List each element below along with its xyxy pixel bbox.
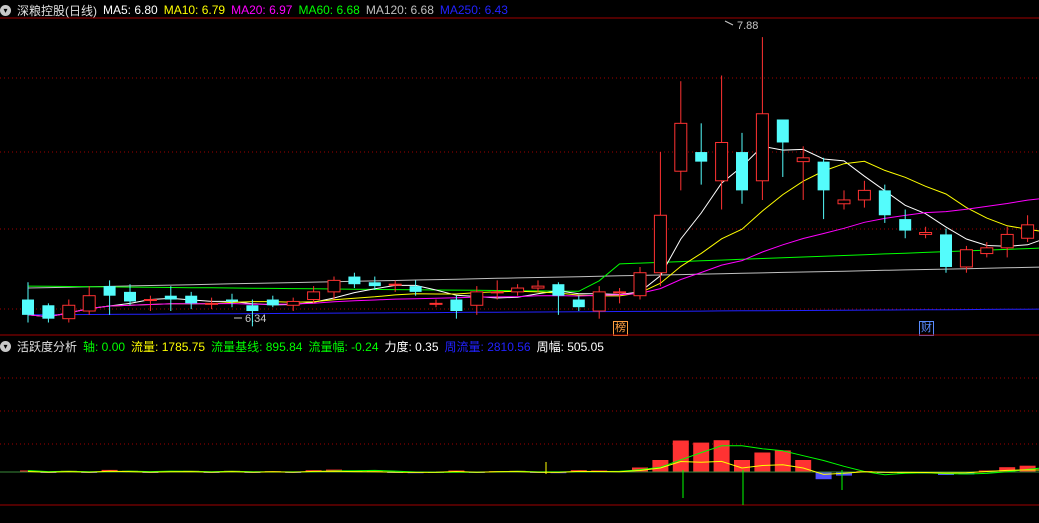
- candle-body: [1021, 224, 1035, 239]
- candle-body: [103, 286, 116, 296]
- candle-body: [817, 161, 830, 191]
- candle-body: [246, 305, 259, 312]
- candle-body: [490, 291, 504, 294]
- activity-bar: [713, 440, 730, 472]
- candle-body: [429, 302, 443, 305]
- candle-body: [633, 272, 647, 297]
- candle-body: [266, 299, 279, 306]
- candle-body: [715, 141, 729, 182]
- flow-baseline-line: [27, 445, 1039, 476]
- candle-body: [613, 291, 627, 294]
- activity-bar: [693, 442, 710, 472]
- candle-body: [592, 291, 606, 312]
- candle-body: [736, 152, 748, 191]
- candle-body: [959, 249, 973, 268]
- candle-body: [205, 302, 219, 305]
- candle-body: [82, 295, 96, 312]
- candle-body: [572, 299, 585, 308]
- high-pointer: [724, 20, 734, 26]
- candle-body: [837, 199, 851, 205]
- candle-body: [470, 291, 484, 306]
- candle-body: [22, 299, 34, 315]
- candle-body: [307, 291, 321, 301]
- candle-body: [368, 282, 381, 287]
- candle-body: [327, 279, 341, 293]
- candle-body: [980, 247, 994, 255]
- candle-body: [226, 299, 238, 302]
- ma250-line: [27, 308, 1039, 316]
- candle-body: [940, 234, 952, 267]
- activity-bar: [774, 450, 791, 472]
- candle-body: [511, 287, 525, 293]
- candle-body: [776, 119, 789, 143]
- candle-body: [755, 113, 769, 182]
- candle-body: [62, 304, 76, 320]
- candle-body: [143, 299, 157, 302]
- ma120-line: [27, 266, 1039, 289]
- ma10-line: [27, 160, 1039, 318]
- activity-bar: [754, 452, 771, 472]
- candle-body: [124, 291, 136, 302]
- candle-body: [348, 276, 361, 285]
- candle-body: [899, 219, 912, 231]
- candle-body: [552, 284, 565, 296]
- candle-body: [796, 157, 810, 163]
- candle-body: [857, 189, 871, 201]
- candle-body: [653, 214, 667, 274]
- candle-body: [919, 231, 933, 235]
- candle-body: [674, 122, 688, 172]
- candle-body: [388, 283, 402, 286]
- candle-body: [42, 305, 55, 319]
- stock-chart-canvas[interactable]: [0, 0, 1039, 523]
- candle-body: [185, 295, 198, 304]
- candle-body: [450, 299, 463, 312]
- candle-body: [1000, 233, 1014, 249]
- candle-body: [695, 152, 708, 162]
- candle-body: [286, 300, 300, 306]
- candle-body: [878, 190, 891, 216]
- candle-body: [531, 285, 545, 289]
- candle-body: [409, 286, 422, 292]
- activity-bar: [672, 440, 689, 472]
- candle-body: [164, 295, 177, 300]
